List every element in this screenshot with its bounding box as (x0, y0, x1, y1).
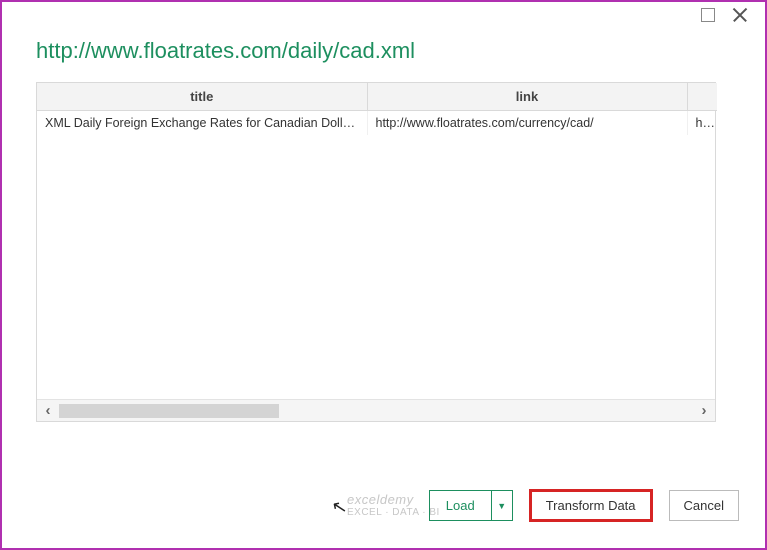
cancel-button[interactable]: Cancel (669, 490, 739, 521)
cell-link: http://www.floatrates.com/currency/cad/ (367, 111, 687, 136)
cell-title: XML Daily Foreign Exchange Rates for Can… (37, 111, 367, 136)
scroll-thumb[interactable] (59, 404, 279, 418)
column-header-title[interactable]: title (37, 83, 367, 111)
scroll-right-icon[interactable]: › (693, 400, 715, 422)
dialog-window: http://www.floatrates.com/daily/cad.xml … (0, 0, 767, 550)
table-header-row: title link (37, 83, 717, 111)
table-row[interactable]: XML Daily Foreign Exchange Rates for Can… (37, 111, 717, 136)
column-header-extra[interactable] (687, 83, 717, 111)
horizontal-scrollbar[interactable]: ‹ › (37, 399, 715, 421)
cell-extra: http:/ (687, 111, 717, 136)
footer-buttons: Load ▼ Transform Data Cancel (429, 489, 739, 522)
close-icon[interactable] (733, 8, 747, 22)
transform-data-button[interactable]: Transform Data (529, 489, 653, 522)
window-controls (701, 8, 747, 22)
chevron-down-icon[interactable]: ▼ (492, 491, 512, 520)
load-split-button[interactable]: Load ▼ (429, 490, 513, 521)
load-button[interactable]: Load (430, 491, 492, 520)
preview-table: title link XML Daily Foreign Exchange Ra… (36, 82, 716, 422)
page-title: http://www.floatrates.com/daily/cad.xml (36, 38, 739, 64)
watermark-title: exceldemy (347, 493, 440, 507)
watermark-subtitle: EXCEL · DATA · BI (347, 507, 440, 518)
scroll-left-icon[interactable]: ‹ (37, 400, 59, 422)
maximize-icon[interactable] (701, 8, 715, 22)
scroll-track[interactable] (59, 404, 693, 418)
mouse-cursor-icon: ↖ (330, 496, 349, 520)
watermark: exceldemy EXCEL · DATA · BI (347, 493, 440, 518)
column-header-link[interactable]: link (367, 83, 687, 111)
